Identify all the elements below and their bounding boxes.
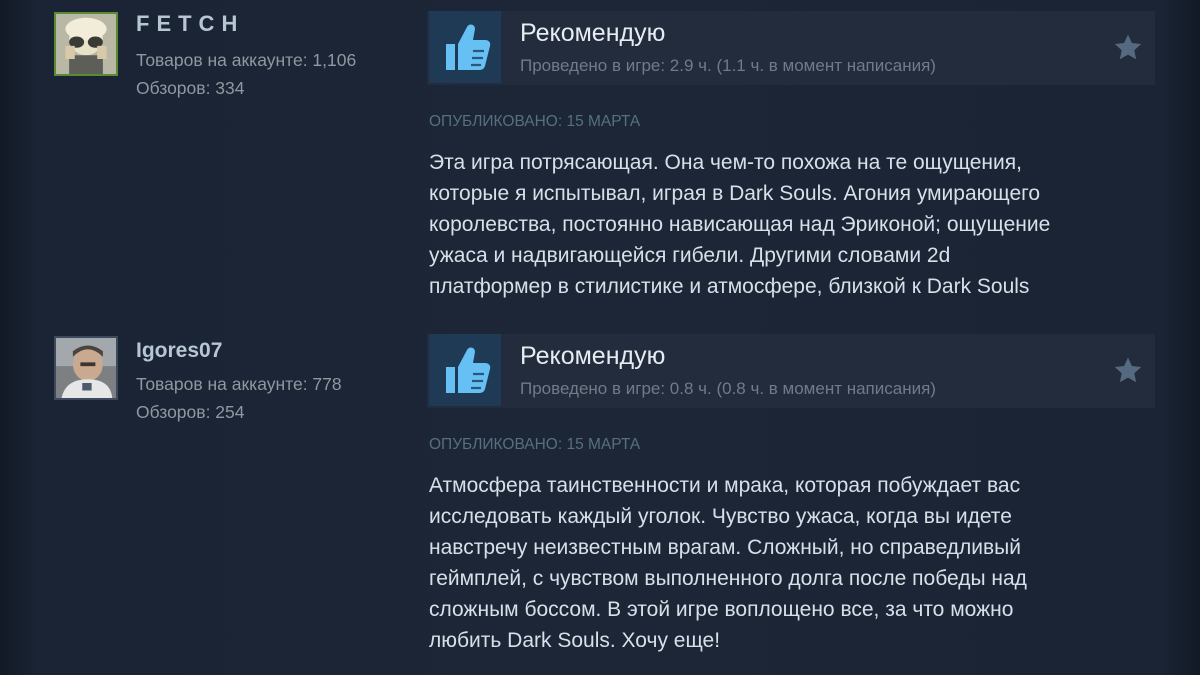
avatar-image	[56, 14, 116, 74]
vote-title[interactable]: Рекомендую	[520, 342, 665, 371]
review-card: FETCH Товаров на аккаунте: 1,106 Обзоров…	[0, 0, 1200, 322]
author-name[interactable]: FETCH	[136, 11, 244, 37]
author-reviews-count[interactable]: Обзоров: 254	[136, 402, 245, 423]
avatar[interactable]	[54, 336, 118, 400]
thumbs-up-icon[interactable]	[429, 334, 501, 406]
author-name[interactable]: Igores07	[136, 339, 222, 363]
vote-title[interactable]: Рекомендую	[520, 19, 665, 48]
star-icon[interactable]	[1111, 31, 1145, 65]
vote-header: Рекомендую Проведено в игре: 2.9 ч. (1.1…	[427, 11, 1155, 85]
playtime-text: Проведено в игре: 2.9 ч. (1.1 ч. в момен…	[520, 56, 936, 75]
avatar-image	[56, 338, 116, 398]
review-text-line: навстречу неизвестным врагам. Сложный, н…	[429, 536, 1021, 559]
review-card: Igores07 Товаров на аккаунте: 778 Обзоро…	[0, 322, 1200, 675]
review-text-line: исследовать каждый уголок. Чувство ужаса…	[429, 505, 1012, 528]
review-text-line: геймплей, с чувством выполненного долга …	[429, 567, 1027, 590]
vote-header: Рекомендую Проведено в игре: 0.8 ч. (0.8…	[427, 334, 1155, 408]
playtime-text: Проведено в игре: 0.8 ч. (0.8 ч. в момен…	[520, 379, 936, 398]
posted-date: Опубликовано: 15 марта	[429, 436, 641, 453]
avatar[interactable]	[54, 12, 118, 76]
author-products-count[interactable]: Товаров на аккаунте: 1,106	[136, 50, 356, 71]
author-products-count[interactable]: Товаров на аккаунте: 778	[136, 374, 342, 395]
review-text-line: ужаса и надвигающейся гибели. Другими сл…	[429, 244, 951, 267]
review-text-line: Эта игра потрясающая. Она чем-то похожа …	[429, 151, 1022, 174]
review-text-line: королевства, постоянно нависающая над Эр…	[429, 213, 1051, 236]
author-reviews-count[interactable]: Обзоров: 334	[136, 78, 245, 99]
review-text-line: платформер в стилистике и атмосфере, бли…	[429, 275, 1030, 298]
review-text: Эта игра потрясающая. Она чем-то похожа …	[429, 147, 1159, 302]
thumbs-up-icon[interactable]	[429, 11, 501, 83]
star-icon[interactable]	[1111, 354, 1145, 388]
review-text-line: Атмосфера таинственности и мрака, котора…	[429, 474, 1021, 497]
review-text-line: любить Dark Souls. Хочу еще!	[429, 629, 721, 652]
review-text: Атмосфера таинственности и мрака, котора…	[429, 470, 1159, 656]
review-text-line: сложным боссом. В этой игре воплощено вс…	[429, 598, 1014, 621]
review-text-line: которые я испытывал, играя в Dark Souls.…	[429, 182, 1040, 205]
posted-date: Опубликовано: 15 марта	[429, 113, 641, 130]
